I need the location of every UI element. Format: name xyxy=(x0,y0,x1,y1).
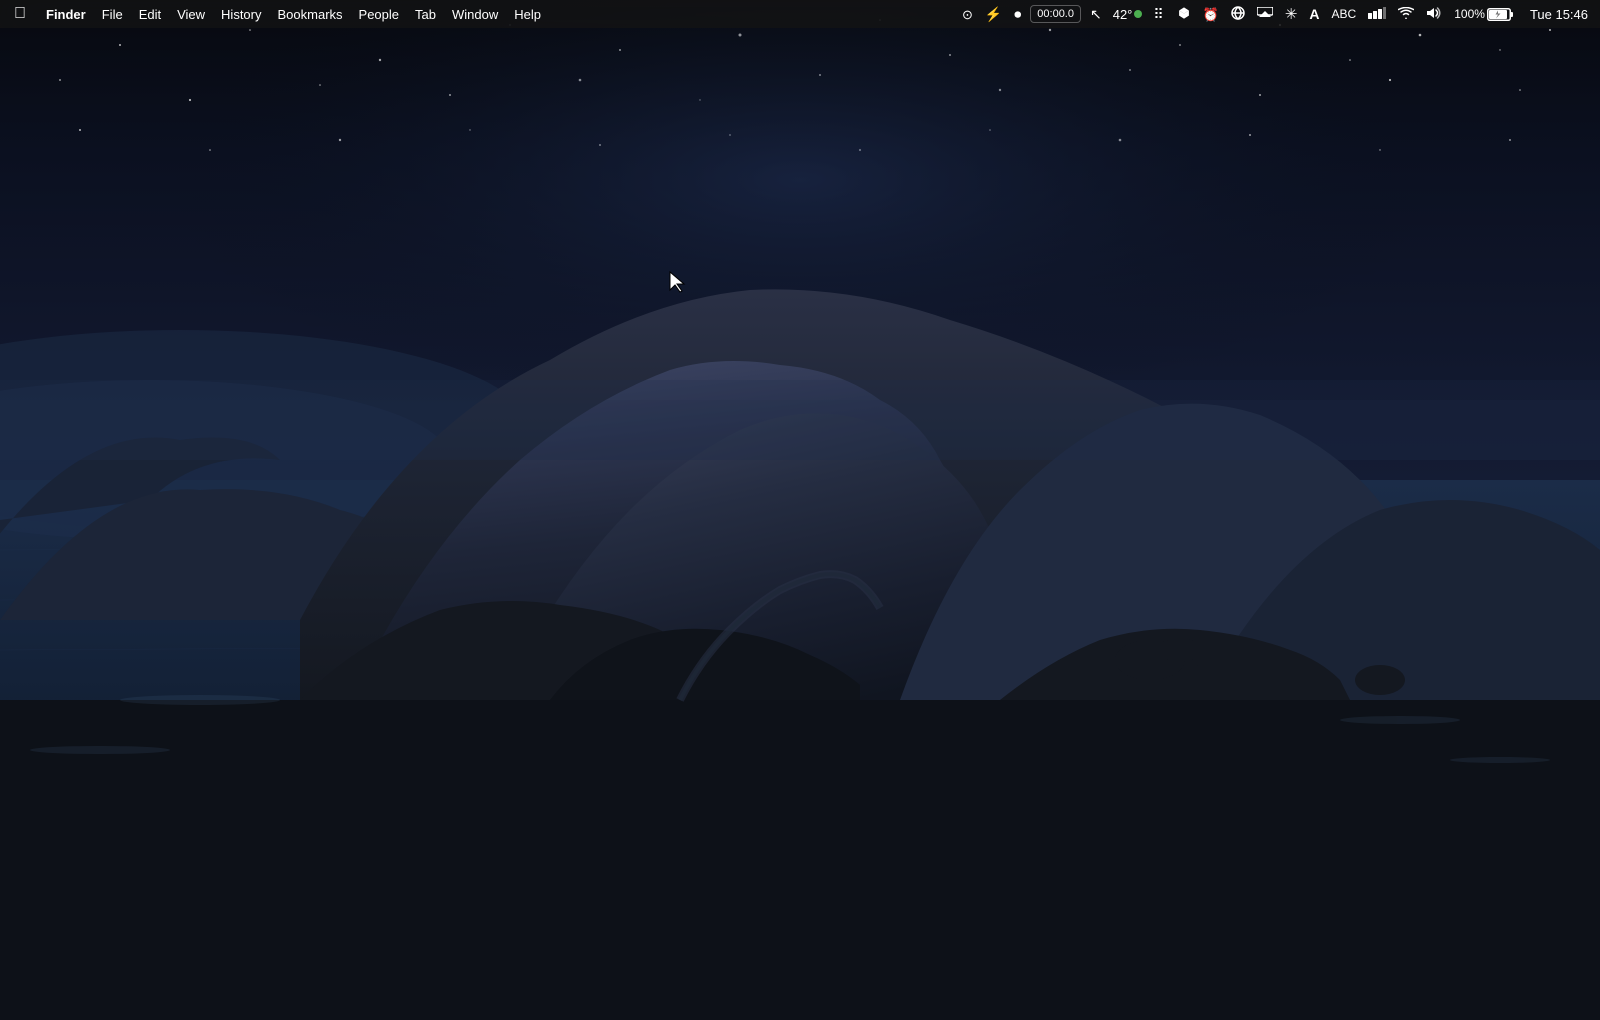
edit-menu[interactable]: Edit xyxy=(131,5,169,24)
airplay-status[interactable] xyxy=(1252,4,1278,24)
cursor-icon: ↖ xyxy=(1090,7,1102,21)
desktop xyxy=(0,0,1600,1020)
battery-pct-label: 100% xyxy=(1454,7,1485,21)
record-icon: ⏺ xyxy=(1014,7,1021,21)
battery-bars-icon xyxy=(1368,7,1386,21)
sparkle-icon: ✳ xyxy=(1285,7,1298,22)
input-method-status[interactable]: ABC xyxy=(1327,5,1362,23)
sparkle-status[interactable]: ✳ xyxy=(1280,4,1303,25)
timer-status[interactable]: 00:00.0 xyxy=(1030,5,1081,23)
bookmarks-menu[interactable]: Bookmarks xyxy=(270,5,351,24)
text-a-icon: A xyxy=(1309,7,1319,21)
alarm-icon: ⏰ xyxy=(1203,8,1219,21)
record-status[interactable]: ⏺ xyxy=(1009,4,1026,24)
menubar:  Finder File Edit View History Bookmark… xyxy=(0,0,1600,28)
temperature-status[interactable]: 42° xyxy=(1109,6,1147,23)
window-menu[interactable]: Window xyxy=(444,5,506,24)
help-menu[interactable]: Help xyxy=(506,5,549,24)
clock-display[interactable]: Tue 15:46 xyxy=(1522,4,1596,25)
menubar-right: ⊙ ⚡ ⏺ 00:00.0 ↖ 42° ⠿ xyxy=(957,3,1596,25)
temp-indicator xyxy=(1134,10,1142,18)
flash-icon: ⚡ xyxy=(985,7,1002,21)
autofocus-status[interactable]: ⊙ xyxy=(957,5,978,24)
alarm-status[interactable]: ⏰ xyxy=(1198,5,1224,24)
volume-status[interactable] xyxy=(1421,4,1447,24)
tab-menu[interactable]: Tab xyxy=(407,5,444,24)
clock-time: Tue 15:46 xyxy=(1530,7,1588,22)
dropbox-icon xyxy=(1177,6,1191,22)
text-input-status[interactable]: A xyxy=(1304,4,1324,24)
app-name-menu[interactable]: Finder xyxy=(38,5,94,24)
timer-value: 00:00.0 xyxy=(1037,8,1074,20)
history-menu[interactable]: History xyxy=(213,5,269,24)
dropbox-status[interactable] xyxy=(1172,3,1196,25)
flash-status[interactable]: ⚡ xyxy=(980,4,1007,24)
airplay-icon xyxy=(1257,7,1273,21)
wifi-icon xyxy=(1398,7,1414,21)
abc-icon: ABC xyxy=(1332,8,1357,20)
dotgrid-status[interactable]: ⠿ xyxy=(1148,4,1169,24)
cursor-status[interactable]: ↖ xyxy=(1085,4,1107,24)
wifi-status[interactable] xyxy=(1393,4,1419,24)
people-menu[interactable]: People xyxy=(351,5,407,24)
dotgrid-icon: ⠿ xyxy=(1153,7,1164,21)
temp-value: 42° xyxy=(1113,8,1133,21)
battery-pct-status[interactable]: 100% xyxy=(1449,4,1520,24)
browser-status[interactable] xyxy=(1226,3,1250,25)
browser-icon xyxy=(1231,6,1245,22)
autofocus-icon: ⊙ xyxy=(962,8,973,21)
apple-menu[interactable]:  xyxy=(4,4,36,24)
battery-icon xyxy=(1487,8,1515,21)
menubar-left:  Finder File Edit View History Bookmark… xyxy=(4,4,957,24)
file-menu[interactable]: File xyxy=(94,5,131,24)
volume-icon xyxy=(1426,7,1442,21)
battery-bars-status[interactable] xyxy=(1363,4,1391,24)
view-menu[interactable]: View xyxy=(169,5,213,24)
